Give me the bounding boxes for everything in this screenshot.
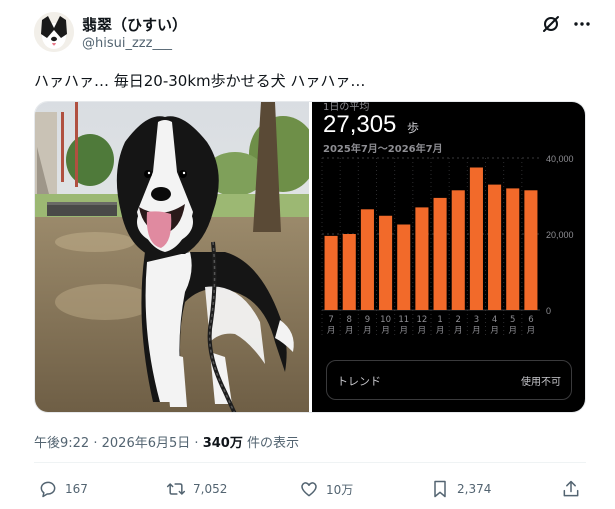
x-tick-label: 10 bbox=[380, 315, 391, 325]
user-handle[interactable]: @hisui_zzz___ bbox=[82, 36, 172, 51]
divider bbox=[34, 462, 586, 463]
x-tick-label-unit: 月 bbox=[508, 326, 517, 336]
x-tick-label-unit: 月 bbox=[327, 326, 336, 336]
trend-status: 使用不可 bbox=[521, 377, 561, 388]
x-tick-label-unit: 月 bbox=[381, 326, 390, 336]
x-tick-label-unit: 月 bbox=[345, 326, 354, 336]
bar bbox=[360, 209, 374, 310]
like-button[interactable]: 10万 bbox=[299, 478, 353, 500]
x-tick-label-unit: 月 bbox=[527, 326, 536, 336]
views-count: 340万 bbox=[202, 436, 243, 451]
y-tick-label: 40,000 bbox=[546, 154, 574, 164]
x-tick-label: 12 bbox=[417, 315, 428, 325]
x-tick-label: 8 bbox=[347, 315, 352, 325]
share-button[interactable] bbox=[561, 478, 588, 500]
x-tick-label: 5 bbox=[510, 315, 515, 325]
share-icon bbox=[563, 480, 579, 497]
like-icon bbox=[301, 482, 317, 497]
bar bbox=[324, 235, 338, 310]
like-count: 10万 bbox=[326, 482, 354, 497]
grok-icon[interactable] bbox=[541, 14, 561, 34]
bar bbox=[397, 224, 411, 310]
x-tick-label-unit: 月 bbox=[472, 326, 481, 336]
reply-button[interactable]: 167 bbox=[38, 478, 88, 500]
x-tick-label-unit: 月 bbox=[418, 326, 427, 336]
bookmark-icon bbox=[434, 480, 446, 498]
y-tick-label: 20,000 bbox=[546, 230, 574, 240]
separator: · bbox=[93, 436, 98, 451]
bar bbox=[488, 184, 502, 310]
x-tick-label: 1 bbox=[437, 315, 442, 325]
post-time[interactable]: 午後9:22 bbox=[34, 436, 89, 451]
bar bbox=[342, 234, 356, 310]
x-tick-label: 4 bbox=[492, 315, 497, 325]
x-tick-label: 2 bbox=[456, 315, 461, 325]
views-suffix: 件の表示 bbox=[246, 436, 299, 451]
steps-unit: 歩 bbox=[407, 121, 420, 135]
bar bbox=[379, 215, 393, 310]
steps-value: 27,305 bbox=[323, 111, 397, 138]
x-tick-label: 11 bbox=[398, 315, 409, 325]
x-tick-label: 6 bbox=[528, 315, 533, 325]
x-tick-label-unit: 月 bbox=[490, 326, 499, 336]
bar bbox=[524, 190, 538, 310]
bar bbox=[451, 190, 465, 310]
post-media[interactable]: 1日の平均 27,305 歩 2025年7月〜2026年7月 40,000 20,… bbox=[34, 101, 586, 413]
post-date[interactable]: 2026年6月5日 bbox=[102, 436, 191, 451]
x-tick-label: 7 bbox=[328, 315, 333, 325]
bar bbox=[433, 197, 447, 310]
x-tick-label-unit: 月 bbox=[399, 326, 408, 336]
trend-label: トレンド bbox=[337, 375, 381, 388]
x-tick-label-unit: 月 bbox=[454, 326, 463, 336]
repost-count: 7,052 bbox=[193, 482, 228, 496]
reply-icon bbox=[40, 481, 56, 498]
bar bbox=[415, 207, 429, 310]
trend-panel[interactable]: トレンド 使用不可 bbox=[326, 360, 572, 400]
bar bbox=[469, 167, 483, 310]
post-text: ハァハァ… 毎日20-30km歩かせる犬 ハァハァ… bbox=[34, 72, 366, 90]
repost-icon bbox=[166, 483, 186, 495]
dog-photo[interactable] bbox=[35, 102, 317, 412]
bar bbox=[506, 188, 520, 310]
x-tick-label-unit: 月 bbox=[436, 326, 445, 336]
x-tick-label: 3 bbox=[474, 315, 479, 325]
repost-button[interactable]: 7,052 bbox=[166, 478, 227, 500]
reply-count: 167 bbox=[65, 482, 88, 496]
post-timestamp: 午後9:22 · 2026年6月5日 · 340万 件の表示 bbox=[34, 432, 299, 451]
separator: · bbox=[194, 436, 199, 451]
more-options-icon[interactable] bbox=[572, 14, 592, 34]
y-tick-label: 0 bbox=[546, 306, 551, 316]
fitness-app-screenshot[interactable]: 1日の平均 27,305 歩 2025年7月〜2026年7月 40,000 20,… bbox=[312, 102, 585, 412]
bookmark-button[interactable]: 2,374 bbox=[430, 478, 491, 500]
display-name[interactable]: 翡翠（ひすい） bbox=[82, 14, 187, 35]
x-tick-label-unit: 月 bbox=[363, 326, 372, 336]
x-tick-label: 9 bbox=[365, 315, 370, 325]
avatar[interactable] bbox=[34, 12, 74, 52]
steps-bar-chart: 40,00020,00007月8月9月10月11月12月1月2月3月4月5月6月 bbox=[321, 154, 574, 336]
bookmark-count: 2,374 bbox=[457, 482, 492, 496]
